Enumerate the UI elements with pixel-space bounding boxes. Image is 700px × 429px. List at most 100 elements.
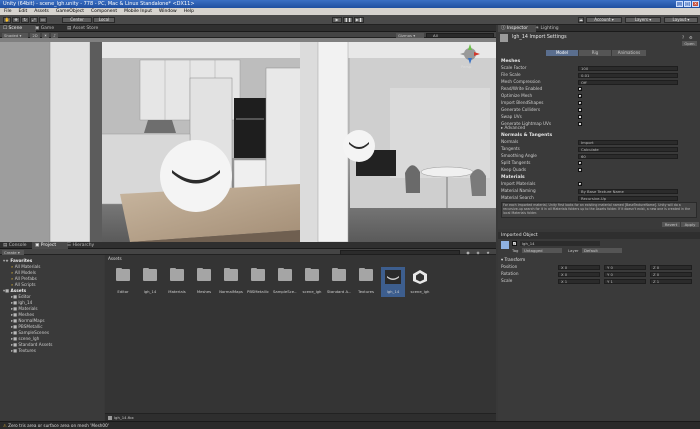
gizmos-dropdown[interactable]: Gizmos ▾ [396, 32, 424, 38]
tree-item-editor[interactable]: ▸■ Editor [11, 294, 31, 300]
row-value-field[interactable]: 0.01 [578, 72, 678, 78]
transform-y-field[interactable]: Y 0 [604, 264, 646, 270]
transform-z-field[interactable]: Z 0 [650, 271, 692, 277]
audio-toggle-icon[interactable]: ♪ [51, 32, 58, 38]
tree-item-samplescenes[interactable]: ▸■ SampleScenes [11, 330, 49, 336]
asset-item-samplesce-[interactable]: SampleSce... [273, 267, 297, 297]
space-toggle-button[interactable]: Local [93, 17, 115, 23]
tree-item-textures[interactable]: ▸■ Textures [11, 348, 36, 354]
rotate-tool-icon[interactable]: ↻ [21, 17, 29, 23]
asset-item-textures[interactable]: Textures [354, 267, 378, 297]
row-checkbox[interactable]: ✓ [578, 94, 582, 99]
layer-dropdown[interactable]: Default [582, 248, 622, 253]
asset-item-scene-lgh[interactable]: scene_lgh [300, 267, 324, 297]
mode-2d-button[interactable]: 2D [30, 32, 40, 38]
tab-console[interactable]: ▤ Console [0, 242, 36, 249]
tree-item-lgh-14[interactable]: ▸■ lgh_14 [11, 300, 32, 306]
asset-item-lgh-14[interactable]: lgh_14 [138, 267, 162, 297]
row-value-field[interactable]: Calculate [578, 146, 678, 152]
filter-type-icon[interactable]: ◉ [464, 250, 472, 255]
filter-label-icon[interactable]: ◈ [474, 250, 482, 255]
asset-item-meshes[interactable]: Meshes [192, 267, 216, 297]
layout-dropdown[interactable]: Layout ▾ [664, 17, 698, 23]
tree-item-all-models[interactable]: ⌕ All Models [11, 270, 36, 276]
transform-x-field[interactable]: X 1 [558, 278, 600, 284]
menu-item-file[interactable]: File [4, 9, 12, 14]
layers-dropdown[interactable]: Layers ▾ [625, 17, 661, 23]
row-checkbox[interactable]: ✓ [578, 87, 582, 92]
tree-item-materials[interactable]: ▸■ Materials [11, 306, 38, 312]
rect-tool-icon[interactable]: ▭ [39, 17, 47, 23]
tab-game[interactable]: ▣ Game [32, 25, 68, 32]
row-checkbox[interactable] [578, 108, 582, 112]
object-name-field[interactable]: lgh_14 [520, 241, 600, 246]
row-checkbox[interactable]: ✓ [578, 101, 582, 106]
transform-header[interactable]: ▾ Transform [501, 257, 525, 262]
row-checkbox[interactable]: ✓ [578, 161, 582, 166]
revert-button[interactable]: Revert [662, 222, 680, 227]
tree-item-scene-lgh[interactable]: ▸■ scene_lgh [11, 336, 39, 342]
menu-item-mobile-input[interactable]: Mobile Input [124, 9, 152, 14]
row-value-field[interactable]: 60 [578, 153, 678, 159]
minimize-icon[interactable]: _ [676, 1, 683, 7]
asset-item-normalmaps[interactable]: NormalMaps [219, 267, 243, 297]
apply-button[interactable]: Apply [681, 222, 699, 227]
shading-mode-dropdown[interactable]: Shaded ▾ [2, 32, 28, 38]
row-checkbox[interactable] [578, 115, 582, 119]
tree-item-all-prefabs[interactable]: ⌕ All Prefabs [11, 276, 37, 282]
menu-item-window[interactable]: Window [159, 9, 177, 14]
play-icon[interactable]: ▶ [332, 17, 342, 23]
tag-dropdown[interactable]: Untagged [522, 248, 562, 253]
tab-project[interactable]: ▣ Project [32, 242, 68, 249]
asset-item-lgh-14[interactable]: lgh_14 [381, 267, 405, 297]
tab-asset-store[interactable]: ▤ Asset Store [64, 25, 110, 32]
row-value-field[interactable]: Import [578, 139, 678, 145]
row-checkbox[interactable]: ✓ [578, 182, 582, 187]
tab-hierarchy[interactable]: ☰ Hierarchy [64, 242, 104, 249]
tree-item-all-scripts[interactable]: ⌕ All Scripts [11, 282, 36, 288]
tree-item-all-materials[interactable]: ⌕ All Materials [11, 264, 40, 270]
scene-search-input[interactable]: All [426, 32, 494, 38]
lighting-toggle-icon[interactable]: ☀ [42, 32, 49, 38]
subtab-animations[interactable]: Animations [612, 50, 646, 56]
menu-item-help[interactable]: Help [184, 9, 194, 14]
scene-viewport[interactable]: Persp [0, 38, 496, 242]
scale-tool-icon[interactable]: ⤢ [30, 17, 38, 23]
account-dropdown[interactable]: Account ▾ [586, 17, 622, 23]
asset-item-materials[interactable]: Materials [165, 267, 189, 297]
asset-item-standard-a-[interactable]: Standard A... [327, 267, 351, 297]
move-tool-icon[interactable]: ✥ [12, 17, 20, 23]
maximize-icon[interactable]: □ [684, 1, 691, 7]
gameobject-active-checkbox[interactable]: ✓ [512, 241, 517, 246]
row-value-field[interactable]: By Base Texture Name [578, 188, 678, 194]
tree-item-standard-assets[interactable]: ▸■ Standard Assets [11, 342, 52, 348]
subtab-model[interactable]: Model [546, 50, 578, 56]
favorite-star-icon[interactable]: ★ [484, 250, 492, 255]
row-value-field[interactable]: 100 [578, 65, 678, 71]
menu-item-component[interactable]: Component [91, 9, 117, 14]
asset-item-pbsmetallic[interactable]: PBSMetallic [246, 267, 270, 297]
subtab-rig[interactable]: Rig [579, 50, 611, 56]
pivot-toggle-button[interactable]: Center [62, 17, 92, 23]
row-value-field[interactable]: Off [578, 79, 678, 85]
menu-item-assets[interactable]: Assets [34, 9, 49, 14]
help-icon[interactable]: ? [682, 35, 688, 40]
menu-item-edit[interactable]: Edit [19, 9, 28, 14]
asset-item-editor[interactable]: Editor [111, 267, 135, 297]
step-icon[interactable]: ▶❚ [354, 17, 364, 23]
row-checkbox[interactable] [578, 168, 582, 172]
tab-lighting[interactable]: ☀ Lighting [532, 25, 568, 32]
hand-tool-icon[interactable]: ✋ [3, 17, 11, 23]
menu-item-gameobject[interactable]: GameObject [56, 9, 84, 14]
transform-x-field[interactable]: X 0 [558, 271, 600, 277]
advanced-foldout[interactable]: ▸ Advanced [501, 125, 525, 130]
row-checkbox[interactable] [578, 122, 582, 126]
tab-scene[interactable]: ☐ Scene [0, 25, 36, 32]
transform-y-field[interactable]: Y 1 [604, 278, 646, 284]
transform-z-field[interactable]: Z 1 [650, 278, 692, 284]
tree-item-pbsmetallic[interactable]: ▸■ PBSMetallic [11, 324, 43, 330]
open-button[interactable]: Open [682, 41, 697, 46]
create-dropdown[interactable]: Create ▾ [2, 249, 24, 255]
tab-inspector[interactable]: ⓘ Inspector [498, 25, 536, 32]
transform-y-field[interactable]: Y 0 [604, 271, 646, 277]
